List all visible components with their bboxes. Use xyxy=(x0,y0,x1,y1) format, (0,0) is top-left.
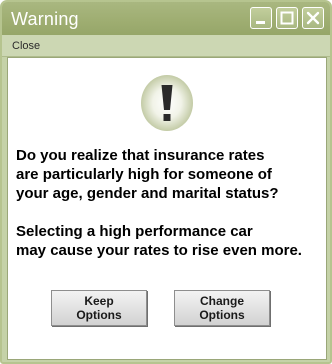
dialog-content: Do you realize that insurance rates are … xyxy=(7,57,327,360)
button-label: Keep xyxy=(84,294,114,308)
message-line: Do you realize that insurance rates xyxy=(16,147,265,164)
menu-bar: Close xyxy=(2,35,330,57)
maximize-button[interactable] xyxy=(276,7,298,29)
button-label: Change xyxy=(199,294,244,308)
change-options-button[interactable]: Change Options xyxy=(174,290,270,326)
close-icon xyxy=(306,11,320,25)
menu-item-close[interactable]: Close xyxy=(12,40,40,52)
exclamation-icon xyxy=(141,75,193,131)
message-line: are particularly high for someone of xyxy=(16,166,272,183)
minimize-icon xyxy=(256,21,265,24)
button-label: Options xyxy=(76,308,122,322)
minimize-button[interactable] xyxy=(250,7,272,29)
message-line: Selecting a high performance car xyxy=(16,223,253,240)
warning-message-2: Selecting a high performance car may cau… xyxy=(16,222,302,260)
close-window-button[interactable] xyxy=(302,7,324,29)
maximize-icon xyxy=(280,11,294,25)
window-title: Warning xyxy=(11,9,79,29)
title-bar[interactable]: Warning xyxy=(2,2,330,35)
message-line: your age, gender and marital status? xyxy=(16,185,279,202)
message-line: may cause your rates to rise even more. xyxy=(16,242,302,259)
warning-window: Warning Close Do you realize that insura… xyxy=(0,0,332,364)
keep-options-button[interactable]: Keep Options xyxy=(51,290,147,326)
button-label: Options xyxy=(199,308,245,322)
warning-message-1: Do you realize that insurance rates are … xyxy=(16,146,279,203)
